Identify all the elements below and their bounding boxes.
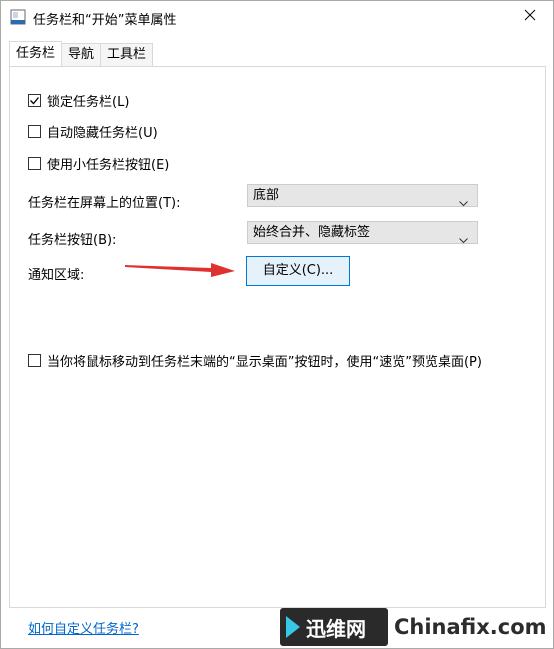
red-arrow-annotation	[125, 255, 237, 283]
peek-checkbox[interactable]	[28, 353, 41, 367]
peek-label: 当你将鼠标移动到任务栏末端的“显示桌面”按钮时，使用“速览”预览桌面(P)	[47, 354, 482, 370]
small-buttons-checkbox[interactable]	[28, 156, 41, 170]
location-value: 底部	[253, 188, 280, 203]
lock-taskbar-option[interactable]: 锁定任务栏(L)	[28, 91, 130, 110]
location-dropdown[interactable]: 底部	[247, 184, 478, 207]
auto-hide-option[interactable]: 自动隐藏任务栏(U)	[28, 122, 158, 141]
lock-taskbar-checkbox[interactable]	[28, 93, 41, 107]
tab-taskbar[interactable]: 任务栏	[9, 41, 63, 66]
notification-area-label: 通知区域:	[28, 268, 85, 283]
help-link[interactable]: 如何自定义任务栏?	[28, 618, 139, 637]
taskbar-settings-icon	[10, 9, 26, 25]
logo-triangle-icon	[286, 616, 300, 638]
small-buttons-option[interactable]: 使用小任务栏按钮(E)	[28, 154, 170, 173]
watermark-brand: 迅维网	[306, 616, 366, 641]
customize-button[interactable]: 自定义(C)...	[246, 256, 350, 286]
chevron-down-icon	[459, 230, 468, 251]
taskbar-buttons-value: 始终合并、隐藏标签	[253, 225, 371, 240]
watermark-site: Chinafix.com	[394, 615, 547, 639]
chevron-down-icon	[459, 193, 468, 214]
taskbar-properties-dialog: 任务栏和“开始”菜单属性 任务栏 导航 工具栏 锁定任务栏(L) 自动隐藏任务栏…	[0, 0, 554, 649]
chinafix-logo: 迅维网	[280, 608, 388, 646]
close-icon	[524, 9, 536, 25]
window-title: 任务栏和“开始”菜单属性	[33, 13, 177, 28]
auto-hide-label: 自动隐藏任务栏(U)	[47, 125, 158, 141]
taskbar-buttons-dropdown[interactable]: 始终合并、隐藏标签	[247, 221, 478, 244]
tab-panel	[9, 66, 546, 608]
small-buttons-label: 使用小任务栏按钮(E)	[47, 157, 170, 173]
taskbar-buttons-label: 任务栏按钮(B):	[28, 233, 117, 248]
tab-navigation[interactable]: 导航	[61, 43, 102, 66]
tab-strip: 任务栏 导航 工具栏	[9, 41, 154, 67]
title-bar: 任务栏和“开始”菜单属性	[1, 1, 553, 35]
tab-toolbars[interactable]: 工具栏	[100, 43, 154, 66]
location-label: 任务栏在屏幕上的位置(T):	[28, 196, 181, 211]
peek-option[interactable]: 当你将鼠标移动到任务栏末端的“显示桌面”按钮时，使用“速览”预览桌面(P)	[28, 351, 482, 370]
close-button[interactable]	[507, 1, 553, 33]
auto-hide-checkbox[interactable]	[28, 124, 41, 138]
watermark: 迅维网 Chinafix.com	[280, 606, 552, 648]
lock-taskbar-label: 锁定任务栏(L)	[47, 94, 130, 110]
